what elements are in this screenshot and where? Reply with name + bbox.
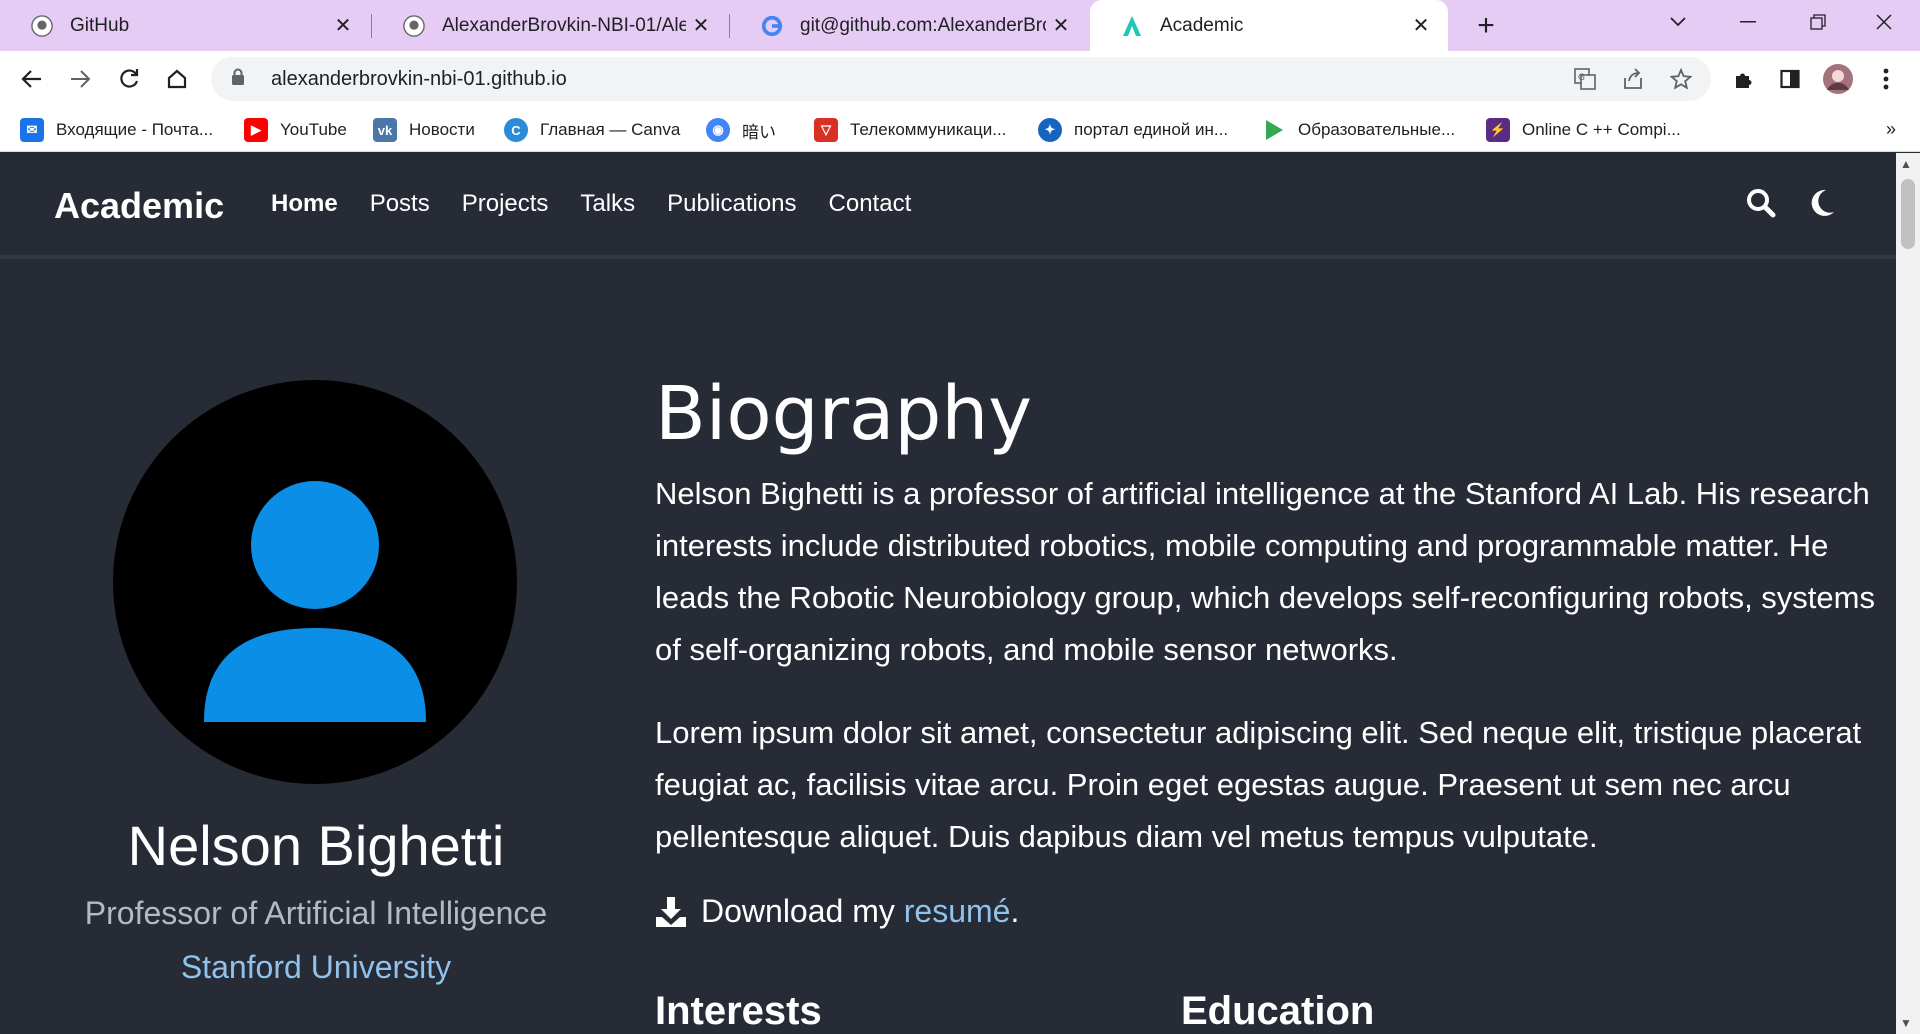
- google-icon: [760, 14, 784, 38]
- download-suffix: .: [1010, 893, 1020, 929]
- play-icon: [1262, 118, 1286, 142]
- github-icon: [30, 14, 54, 38]
- site-navbar: Academic Home Posts Projects Talks Publi…: [0, 153, 1896, 259]
- address-bar[interactable]: alexanderbrovkin-nbi-01.github.io G: [211, 57, 1711, 101]
- bookmark-compiler[interactable]: ⚡ Online C ++ Compi...: [1486, 115, 1681, 145]
- education-heading: Education: [1181, 989, 1375, 1033]
- bookmark-education[interactable]: Образовательные...: [1262, 115, 1455, 145]
- search-icon[interactable]: [1746, 188, 1776, 223]
- bookmark-label: портал единой ин...: [1074, 120, 1229, 139]
- tab-github[interactable]: GitHub ✕: [0, 0, 370, 51]
- download-prefix: Download my: [701, 893, 904, 929]
- interests-heading: Interests: [655, 989, 822, 1033]
- new-tab-button[interactable]: +: [1466, 6, 1506, 46]
- page-content: Academic Home Posts Projects Talks Publi…: [0, 153, 1896, 1034]
- bookmark-label: Образовательные...: [1298, 120, 1456, 139]
- share-icon[interactable]: [1617, 63, 1649, 95]
- bookmarks-overflow-icon[interactable]: »: [1886, 119, 1896, 140]
- download-icon: [655, 896, 687, 928]
- bookmark-app[interactable]: ◉ 暗い: [706, 115, 776, 145]
- window-close-icon[interactable]: [1852, 0, 1916, 44]
- youtube-icon: ▶: [244, 118, 268, 142]
- restore-icon[interactable]: [1786, 0, 1850, 44]
- url-text: alexanderbrovkin-nbi-01.github.io: [271, 67, 567, 90]
- bookmark-telecom[interactable]: ▽ Телекоммуникаци...: [814, 115, 1006, 145]
- github-icon: [402, 14, 426, 38]
- home-icon[interactable]: [157, 59, 197, 99]
- nav-talks[interactable]: Talks: [580, 190, 635, 218]
- scroll-down-icon[interactable]: ▼: [1900, 1016, 1912, 1030]
- side-panel-icon[interactable]: [1770, 59, 1810, 99]
- close-icon[interactable]: ✕: [328, 13, 358, 38]
- bookmark-label: Главная — Canva: [540, 120, 681, 139]
- tab-academic[interactable]: Academic ✕: [1090, 0, 1448, 51]
- profile-avatar[interactable]: [1818, 59, 1858, 99]
- bookmarks-bar: ✉ Входящие - Почта... ▶ YouTube vk Новос…: [0, 107, 1920, 152]
- scroll-thumb[interactable]: [1901, 179, 1915, 249]
- reload-icon[interactable]: [109, 59, 149, 99]
- page-title: Biography: [655, 371, 1033, 457]
- bookmark-label: YouTube: [280, 120, 347, 139]
- site-brand[interactable]: Academic: [54, 185, 224, 227]
- bookmark-youtube[interactable]: ▶ YouTube: [244, 115, 347, 145]
- close-icon[interactable]: ✕: [1406, 13, 1436, 38]
- lock-icon: [231, 68, 261, 91]
- bookmark-vk[interactable]: vk Новости: [373, 115, 475, 145]
- mail-icon: ✉: [20, 118, 44, 142]
- profile-organization-link[interactable]: Stanford University: [0, 949, 632, 986]
- bookmark-canva[interactable]: C Главная — Canva: [504, 115, 680, 145]
- svg-text:G: G: [1578, 73, 1585, 83]
- translate-icon[interactable]: G: [1569, 63, 1601, 95]
- avatar: [113, 380, 517, 784]
- portal-icon: ✦: [1038, 118, 1062, 142]
- bookmark-label: Телекоммуникаци...: [850, 120, 1007, 139]
- tab-strip: GitHub ✕ AlexanderBrovkin-NBI-01/Alexan …: [0, 0, 1920, 51]
- nav-projects[interactable]: Projects: [462, 190, 549, 218]
- bookmark-label: Online C ++ Compi...: [1522, 120, 1681, 139]
- bookmark-star-icon[interactable]: [1665, 63, 1697, 95]
- profile-role: Professor of Artificial Intelligence: [84, 895, 548, 931]
- app-icon: ◉: [706, 118, 730, 142]
- bookmark-label: Новости: [409, 120, 475, 139]
- tab-google[interactable]: git@github.com:AlexanderBrovki ✕: [730, 0, 1088, 51]
- download-resume: Download my resumé .: [655, 893, 1019, 930]
- browser-toolbar: alexanderbrovkin-nbi-01.github.io G: [0, 51, 1920, 107]
- nav-home[interactable]: Home: [271, 190, 338, 218]
- close-icon[interactable]: ✕: [686, 13, 716, 38]
- moon-icon[interactable]: [1808, 188, 1836, 223]
- profile-name: Nelson Bighetti: [127, 814, 505, 877]
- kebab-menu-icon[interactable]: [1866, 59, 1906, 99]
- scroll-up-icon[interactable]: ▲: [1900, 157, 1912, 171]
- bookmark-mail[interactable]: ✉ Входящие - Почта...: [20, 115, 213, 145]
- nav-publications[interactable]: Publications: [667, 190, 796, 218]
- resume-link[interactable]: resumé: [904, 893, 1011, 930]
- bookmark-label: 暗い: [742, 122, 776, 142]
- bio-paragraph-1: Nelson Bighetti is a professor of artifi…: [655, 476, 1875, 667]
- vk-icon: vk: [373, 118, 397, 142]
- minimize-icon[interactable]: [1716, 0, 1780, 44]
- tab-repo[interactable]: AlexanderBrovkin-NBI-01/Alexan ✕: [372, 0, 728, 51]
- nav-posts[interactable]: Posts: [370, 190, 430, 218]
- tab-title: Academic: [1160, 14, 1244, 36]
- nav-contact[interactable]: Contact: [829, 190, 912, 218]
- telecom-icon: ▽: [814, 118, 838, 142]
- tab-search-icon[interactable]: [1646, 0, 1710, 44]
- close-icon[interactable]: ✕: [1046, 13, 1076, 38]
- academic-icon: [1120, 14, 1144, 38]
- page-scrollbar[interactable]: ▲ ▼: [1896, 153, 1920, 1034]
- forward-arrow-icon[interactable]: [60, 59, 100, 99]
- canva-icon: C: [504, 118, 528, 142]
- extensions-icon[interactable]: [1724, 59, 1764, 99]
- bookmark-portal[interactable]: ✦ портал единой ин...: [1038, 115, 1228, 145]
- bookmark-label: Входящие - Почта...: [56, 120, 214, 139]
- tab-title: git@github.com:AlexanderBrovki: [800, 14, 1046, 36]
- compiler-icon: ⚡: [1486, 118, 1510, 142]
- bio-paragraph-2: Lorem ipsum dolor sit amet, consectetur …: [655, 715, 1862, 854]
- back-arrow-icon[interactable]: [12, 59, 52, 99]
- tab-title: AlexanderBrovkin-NBI-01/Alexan: [442, 14, 686, 36]
- tab-title: GitHub: [70, 14, 130, 36]
